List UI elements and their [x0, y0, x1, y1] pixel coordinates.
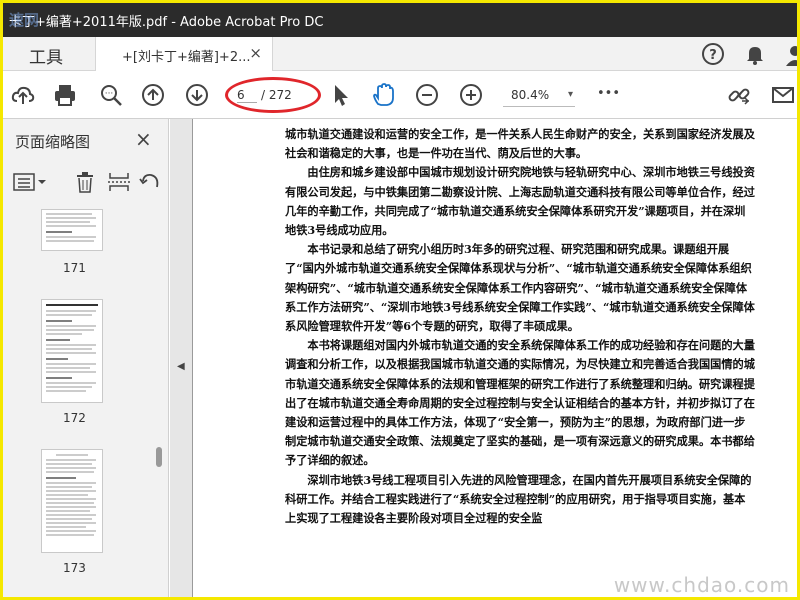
paragraph: 由住房和城乡建设部中国城市规划设计研究院地铁与轻轨研究中心、深圳市地铁三号线投资… [285, 165, 755, 238]
previous-page-icon[interactable] [141, 83, 165, 107]
tab-tools[interactable]: 工具 [3, 37, 91, 71]
thumbnail-scrollbar[interactable] [153, 209, 165, 597]
paragraph: 本书记录和总结了研究小组历时3年多的研究过程、研究范围和研究成果。课题组开展了“… [285, 242, 755, 334]
main-toolbar: ··· 6 / 272 80.4% ▾ ••• [3, 71, 797, 119]
print-icon[interactable] [53, 83, 77, 107]
rotate-page-icon[interactable] [139, 171, 163, 193]
profile-icon[interactable] [783, 42, 797, 66]
upload-icon[interactable] [11, 83, 35, 107]
panel-splitter[interactable]: ◀ [170, 119, 192, 597]
thumbnail-page-number: 171 [63, 261, 86, 275]
more-tools-icon[interactable]: ••• [597, 86, 621, 110]
panel-title: 页面缩略图 [15, 133, 91, 151]
document-page-text: 城市轨道交通建设和运营的安全工作，是一件关系人民生命财产的安全，关系到国家经济发… [285, 125, 755, 528]
close-panel-icon[interactable]: × [135, 127, 152, 151]
site-watermark: www.chdao.com [613, 573, 790, 597]
zoom-in-icon[interactable] [459, 83, 483, 107]
chevron-down-icon: ▾ [567, 89, 573, 100]
page-thumbnail-171[interactable] [41, 209, 103, 251]
panel-toolbar [3, 161, 169, 201]
app-window: 卡丁+编著+2011年版.pdf - Adobe Acrobat Pro DC … [0, 0, 800, 600]
paragraph: 本书将课题组对国内外城市轨道交通的安全系统保障体系工作的成功经验和存在问题的大量… [285, 338, 755, 468]
scrollbar-thumb[interactable] [156, 447, 162, 467]
title-bar: 卡丁+编著+2011年版.pdf - Adobe Acrobat Pro DC … [3, 3, 797, 37]
total-pages: / 272 [261, 88, 292, 102]
page-number-field[interactable]: 6 / 272 [227, 83, 317, 107]
paragraph: 城市轨道交通建设和运营的安全工作，是一件关系人民生命财产的安全，关系到国家经济发… [285, 127, 755, 161]
document-tab-label: +[刘卡丁+编著]+2... [122, 50, 251, 65]
collapse-panel-icon[interactable]: ◀ [177, 361, 185, 372]
watermark-logo: 速网 [9, 11, 40, 29]
thumbnail-page-number: 172 [63, 411, 86, 425]
thumbnail-list: 171 172 173 [3, 209, 153, 597]
next-page-icon[interactable] [185, 83, 209, 107]
zoom-out-icon[interactable] [415, 83, 439, 107]
delete-page-icon[interactable] [73, 171, 97, 193]
tab-document[interactable]: +[刘卡丁+编著]+2... × [95, 37, 273, 71]
select-cursor-icon[interactable] [329, 83, 353, 107]
document-viewer: 城市轨道交通建设和运营的安全工作，是一件关系人民生命财产的安全，关系到国家经济发… [192, 119, 797, 597]
search-icon[interactable]: ··· [99, 83, 123, 107]
zoom-value: 80.4% [511, 88, 550, 102]
options-menu-icon[interactable] [13, 171, 47, 193]
extract-pages-icon[interactable] [107, 171, 131, 193]
window-title: 卡丁+编著+2011年版.pdf - Adobe Acrobat Pro DC [9, 15, 324, 30]
zoom-level-select[interactable]: 80.4% ▾ [503, 83, 575, 107]
tab-bar: 工具 +[刘卡丁+编著]+2... × ? [3, 37, 797, 71]
thumbnails-panel: 页面缩略图 × 171 172 173 [3, 119, 169, 597]
page-thumbnail-172[interactable] [41, 299, 103, 403]
help-icon[interactable]: ? [701, 42, 725, 66]
close-tab-icon[interactable]: × [249, 44, 262, 62]
svg-text:?: ? [709, 48, 717, 63]
bell-icon[interactable] [743, 42, 767, 66]
current-page-input[interactable]: 6 [237, 88, 257, 103]
hand-tool-icon[interactable] [371, 83, 395, 107]
svg-text:···: ··· [105, 89, 114, 99]
share-link-icon[interactable] [727, 83, 751, 107]
email-icon[interactable] [771, 83, 795, 107]
page-thumbnail-173[interactable] [41, 449, 103, 553]
thumbnail-page-number: 173 [63, 561, 86, 575]
paragraph: 深圳市地铁3号线工程项目引入先进的风险管理理念，在国内首先开展项目系统安全保障的… [285, 472, 752, 526]
